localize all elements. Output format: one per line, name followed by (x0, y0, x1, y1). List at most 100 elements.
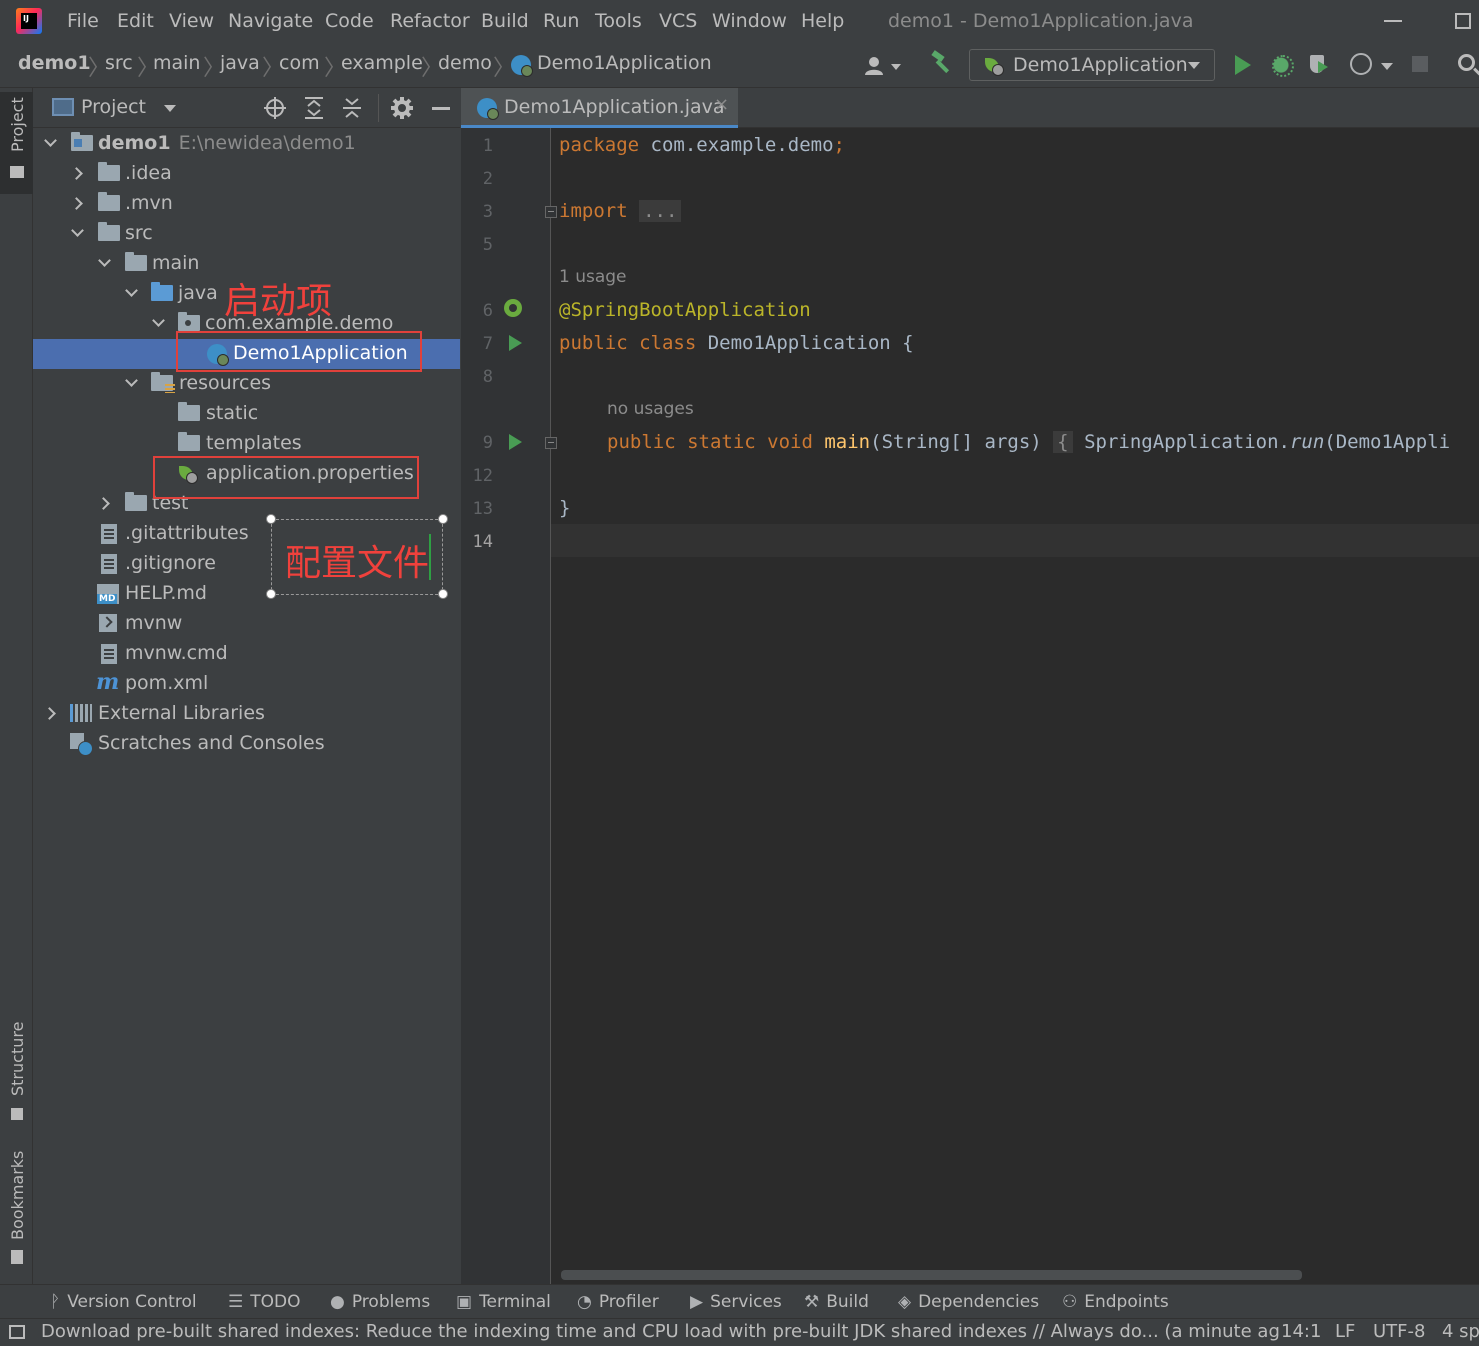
breadcrumb-demo1application[interactable]: Demo1Application (537, 52, 712, 74)
tool-windows-toggle-icon[interactable] (9, 1325, 25, 1339)
tree-item-pom-xml[interactable]: m pom.xml (33, 669, 460, 699)
tool-todo[interactable]: ☰ TODO (228, 1292, 301, 1312)
usage-hint[interactable]: 1 usage (559, 267, 627, 287)
menu-refactor[interactable]: Refactor (390, 10, 470, 32)
chevron-down-icon[interactable] (125, 374, 138, 387)
maximize-icon[interactable] (1455, 13, 1471, 29)
caret-position[interactable]: 14:1 (1281, 1321, 1321, 1342)
gear-icon[interactable] (390, 96, 414, 126)
menu-help[interactable]: Help (801, 10, 844, 32)
chevron-right-icon[interactable] (70, 197, 83, 210)
tool-terminal[interactable]: ▣ Terminal (456, 1292, 551, 1312)
tree-item-idea[interactable]: .idea (33, 159, 460, 189)
stop-icon[interactable] (1412, 56, 1428, 72)
expand-all-icon[interactable] (303, 96, 325, 126)
tool-profiler[interactable]: ◔ Profiler (577, 1292, 659, 1312)
tool-services[interactable]: ▶ Services (690, 1292, 782, 1312)
tool-endpoints[interactable]: ⚇ Endpoints (1062, 1292, 1169, 1312)
resize-handle[interactable] (438, 514, 448, 524)
spring-bean-gutter-icon[interactable] (503, 298, 525, 320)
menu-code[interactable]: Code (325, 10, 374, 32)
editor-tab-demo1application[interactable]: Demo1Application.java × (461, 88, 738, 128)
tool-problems[interactable]: ● Problems (330, 1292, 430, 1312)
chevron-down-icon[interactable] (71, 224, 84, 237)
folder-icon (98, 222, 120, 241)
breadcrumb-com[interactable]: com (279, 52, 320, 74)
indent-setting[interactable]: 4 sp (1442, 1321, 1479, 1342)
horizontal-scrollbar[interactable] (561, 1270, 1302, 1280)
tree-label: main (152, 252, 200, 274)
line-separator[interactable]: LF (1335, 1321, 1355, 1342)
tree-item-resources[interactable]: resources (33, 369, 460, 399)
tree-item-mvnw[interactable]: mvnw (33, 609, 460, 639)
file-encoding[interactable]: UTF-8 (1373, 1321, 1425, 1342)
resize-handle[interactable] (266, 589, 276, 599)
tool-dependencies[interactable]: ◈ Dependencies (898, 1292, 1039, 1312)
chevron-down-icon[interactable] (125, 284, 138, 297)
close-icon[interactable]: × (714, 94, 729, 115)
tree-item-mvnw-cmd[interactable]: mvnw.cmd (33, 639, 460, 669)
menu-file[interactable]: File (67, 10, 99, 32)
menu-tools[interactable]: Tools (595, 10, 642, 32)
fold-expand-icon[interactable] (545, 437, 557, 449)
markdown-file-icon: MD (97, 584, 119, 604)
fold-expand-icon[interactable] (545, 206, 557, 218)
stripe-structure-tab[interactable]: Structure (0, 1020, 33, 1122)
chevron-down-icon[interactable] (44, 134, 57, 147)
run-gutter-icon[interactable] (509, 434, 522, 450)
stripe-project-tab[interactable]: Project (0, 92, 33, 194)
no-usages-hint[interactable]: no usages (607, 399, 694, 419)
breadcrumb-java[interactable]: java (220, 52, 260, 74)
tree-item-src[interactable]: src (33, 219, 460, 249)
debug-icon[interactable] (1270, 53, 1294, 77)
tree-item-mvn[interactable]: .mvn (33, 189, 460, 219)
tree-item-external-libraries[interactable]: External Libraries (33, 699, 460, 729)
run-icon[interactable] (1235, 55, 1251, 75)
menu-view[interactable]: View (169, 10, 214, 32)
breadcrumb-main[interactable]: main (153, 52, 200, 74)
chevron-right-icon[interactable] (70, 167, 83, 180)
chevron-right-icon[interactable] (97, 497, 110, 510)
status-message[interactable]: Download pre-built shared indexes: Reduc… (41, 1321, 1280, 1342)
menu-vcs[interactable]: VCS (659, 10, 697, 32)
search-icon[interactable] (1458, 54, 1475, 71)
line-number: 13 (472, 499, 493, 519)
menu-navigate[interactable]: Navigate (228, 10, 313, 32)
tree-item-templates[interactable]: templates (33, 429, 460, 459)
build-hammer-icon[interactable] (930, 50, 954, 80)
menu-run[interactable]: Run (543, 10, 579, 32)
hide-panel-icon[interactable] (432, 107, 450, 110)
tree-item-scratches[interactable]: Scratches and Consoles (33, 729, 460, 759)
breadcrumb-example[interactable]: example (341, 52, 423, 74)
run-with-coverage-icon[interactable] (1308, 53, 1330, 75)
collapse-all-icon[interactable] (341, 96, 363, 126)
folded-imports[interactable]: ... (639, 200, 682, 222)
resize-handle[interactable] (266, 514, 276, 524)
chevron-down-icon[interactable] (164, 105, 176, 112)
breadcrumb-src[interactable]: src (105, 52, 133, 74)
source-folder-icon (151, 282, 173, 301)
folded-method-body[interactable]: { (1053, 431, 1073, 453)
run-configuration-select[interactable]: Demo1Application (969, 49, 1215, 81)
menu-window[interactable]: Window (712, 10, 787, 32)
breadcrumb-demo[interactable]: demo (438, 52, 492, 74)
tree-item-demo1[interactable]: demo1 E:\newidea\demo1 (33, 129, 460, 159)
chevron-right-icon[interactable] (43, 707, 56, 720)
chevron-down-icon[interactable] (1381, 63, 1393, 70)
menu-edit[interactable]: Edit (117, 10, 154, 32)
user-icon[interactable] (865, 56, 903, 81)
tree-item-static[interactable]: static (33, 399, 460, 429)
chevron-down-icon[interactable] (98, 254, 111, 267)
tool-build[interactable]: ⚒ Build (804, 1292, 869, 1312)
breadcrumb-demo1[interactable]: demo1 (18, 52, 91, 74)
locate-file-icon[interactable] (263, 96, 287, 126)
menu-build[interactable]: Build (481, 10, 529, 32)
stripe-bookmarks-tab[interactable]: Bookmarks (0, 1150, 33, 1270)
chevron-down-icon[interactable] (152, 314, 165, 327)
resize-handle[interactable] (438, 589, 448, 599)
project-panel-title[interactable]: Project (81, 96, 146, 118)
tool-version-control[interactable]: ᚹ Version Control (50, 1292, 197, 1312)
profile-icon[interactable] (1350, 53, 1372, 75)
run-gutter-icon[interactable] (509, 335, 522, 351)
minimize-icon[interactable] (1384, 20, 1402, 22)
